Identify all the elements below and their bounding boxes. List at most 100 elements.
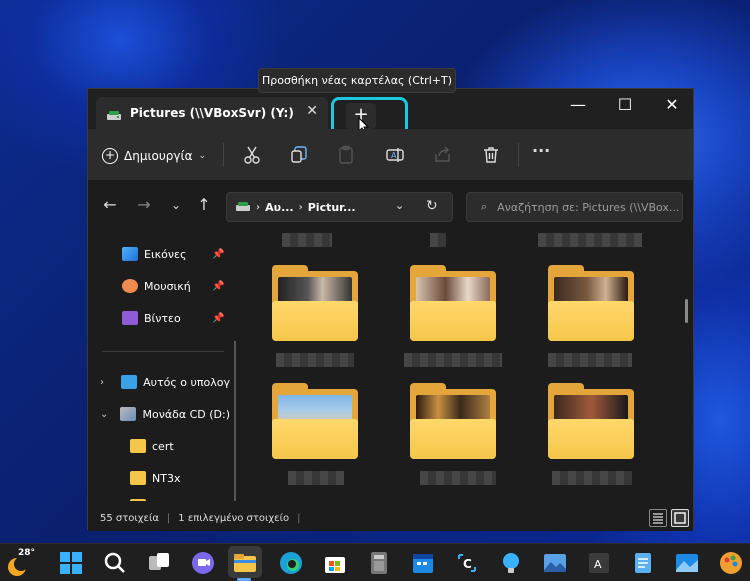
svg-text:A: A: [594, 558, 602, 571]
maximize-button[interactable]: ☐: [602, 89, 648, 119]
forward-button[interactable]: →: [134, 195, 154, 215]
svg-text:C: C: [463, 557, 472, 571]
image-viewer-icon[interactable]: [674, 550, 700, 576]
chat-icon[interactable]: [190, 550, 216, 576]
video-icon: [122, 311, 138, 325]
toolbar-separator: [518, 143, 519, 167]
navigation-scrollbar[interactable]: [234, 341, 236, 501]
task-view-icon[interactable]: [146, 550, 172, 576]
sidebar-item-label: cert: [152, 439, 174, 453]
details-view-button[interactable]: [649, 509, 667, 527]
recent-locations-button[interactable]: ⌄: [166, 195, 186, 215]
create-label: Δημιουργία: [124, 149, 193, 163]
file-explorer-icon: [234, 554, 256, 572]
folder-item[interactable]: [410, 265, 496, 341]
sidebar-item-label: Μονάδα CD (D:): [142, 407, 230, 421]
network-drive-icon: [236, 202, 250, 211]
this-pc-icon: [121, 375, 138, 389]
start-icon[interactable]: [58, 550, 84, 576]
folder-icon: [130, 471, 146, 485]
sidebar-item-music[interactable]: Μουσική 📌: [88, 275, 230, 297]
title-bar: Pictures (\\VBoxSvr) (Y:) ✕ + — ☐ ✕: [88, 89, 695, 144]
file-name-redacted: [282, 233, 332, 247]
create-new-button[interactable]: + Δημιουργία ⌄: [102, 143, 206, 169]
tips-icon[interactable]: [498, 550, 524, 576]
item-count: 55 στοιχεία: [100, 512, 159, 524]
weather-moon-icon: [8, 557, 28, 576]
file-name-redacted: [404, 353, 502, 367]
file-name-redacted: [430, 233, 446, 247]
edge-icon[interactable]: [278, 550, 304, 576]
chevron-down-icon: ⌄: [198, 151, 207, 161]
breadcrumb-separator-icon: ›: [256, 201, 261, 213]
sidebar-item-pictures[interactable]: Εικόνες 📌: [88, 243, 230, 265]
cut-icon[interactable]: [242, 145, 262, 165]
breadcrumb-separator-icon: ›: [298, 201, 303, 213]
code-app-icon[interactable]: C: [454, 550, 480, 576]
back-button[interactable]: ←: [100, 195, 120, 215]
list-view-icon: [653, 513, 663, 524]
file-name-redacted: [548, 353, 632, 367]
up-button[interactable]: ↑: [194, 195, 214, 215]
font-viewer-icon[interactable]: A: [586, 550, 612, 576]
breadcrumb-item[interactable]: Αυ...: [265, 201, 293, 214]
sidebar-item-cert[interactable]: cert: [88, 435, 230, 457]
search-placeholder: Αναζήτηση σε: Pictures (\\VBox...: [497, 200, 680, 214]
search-input[interactable]: ⌕ Αναζήτηση σε: Pictures (\\VBox...: [466, 192, 683, 222]
pictures-icon: [122, 247, 138, 261]
sidebar-item-nt3x[interactable]: NT3x: [88, 467, 230, 489]
rename-icon[interactable]: A: [385, 145, 405, 165]
chevron-down-icon[interactable]: ⌄: [395, 199, 404, 212]
tab-pictures[interactable]: Pictures (\\VBoxSvr) (Y:) ✕: [96, 97, 328, 129]
sidebar-item-video[interactable]: Βίντεο 📌: [88, 307, 230, 329]
pin-icon: 📌: [212, 248, 225, 260]
sidebar-item-label: Βίντεο: [144, 311, 181, 325]
command-bar: + Δημιουργία ⌄ A ···: [88, 129, 693, 181]
folder-item[interactable]: [548, 265, 634, 341]
file-name-redacted: [276, 353, 354, 367]
more-options-button[interactable]: ···: [532, 141, 550, 160]
chevron-right-icon[interactable]: ›: [100, 377, 104, 388]
pin-icon: 📌: [212, 312, 225, 324]
tab-close-button[interactable]: ✕: [306, 103, 318, 119]
sidebar-item-this-pc[interactable]: › Αυτός ο υπολογ: [88, 371, 230, 393]
paint-icon[interactable]: [718, 550, 744, 576]
store-icon[interactable]: [322, 550, 348, 576]
copy-icon[interactable]: [289, 145, 309, 165]
cd-drive-icon: [120, 407, 137, 421]
calculator-icon[interactable]: [366, 550, 392, 576]
file-explorer-window: Pictures (\\VBoxSvr) (Y:) ✕ + — ☐ ✕ + Δη…: [87, 88, 695, 531]
large-icons-view-button[interactable]: [671, 509, 689, 527]
file-grid: [244, 229, 684, 501]
sidebar-item-cd-drive[interactable]: ⌄ Μονάδα CD (D:): [88, 403, 230, 425]
weather-widget[interactable]: 28°: [4, 548, 36, 578]
calendar-icon[interactable]: [410, 550, 436, 576]
paste-icon[interactable]: [336, 145, 356, 165]
share-icon[interactable]: [433, 145, 453, 165]
temperature-label: 28°: [18, 548, 36, 558]
photos-icon[interactable]: [542, 550, 568, 576]
sidebar-divider: [102, 351, 224, 352]
folder-item[interactable]: [548, 383, 634, 459]
delete-icon[interactable]: [481, 145, 501, 165]
sidebar-item-partial[interactable]: [88, 495, 230, 501]
sidebar-item-label: NT3x: [152, 471, 181, 485]
address-breadcrumb[interactable]: › Αυ... › Pictur... ⌄: [226, 192, 453, 222]
refresh-button[interactable]: ↻: [426, 198, 438, 214]
search-icon[interactable]: [102, 550, 128, 576]
close-window-button[interactable]: ✕: [649, 89, 695, 119]
folder-item[interactable]: [272, 383, 358, 459]
address-bar-row: ← → ⌄ ↑ › Αυ... › Pictur... ⌄ ↻ ⌕ Αναζήτ…: [88, 181, 693, 229]
chevron-down-icon[interactable]: ⌄: [100, 409, 108, 420]
file-name-redacted: [538, 233, 642, 247]
folder-item[interactable]: [272, 265, 358, 341]
new-tab-tooltip: Προσθήκη νέας καρτέλας (Ctrl+T): [258, 68, 456, 93]
folder-item[interactable]: [410, 383, 496, 459]
breadcrumb-item-current[interactable]: Pictur...: [308, 201, 356, 214]
svg-text:A: A: [391, 151, 397, 160]
notepad-icon[interactable]: [630, 550, 656, 576]
network-drive-icon: [106, 107, 122, 120]
minimize-button[interactable]: —: [555, 89, 601, 119]
sidebar-item-label: Μουσική: [144, 279, 191, 293]
content-scrollbar[interactable]: [685, 299, 688, 323]
